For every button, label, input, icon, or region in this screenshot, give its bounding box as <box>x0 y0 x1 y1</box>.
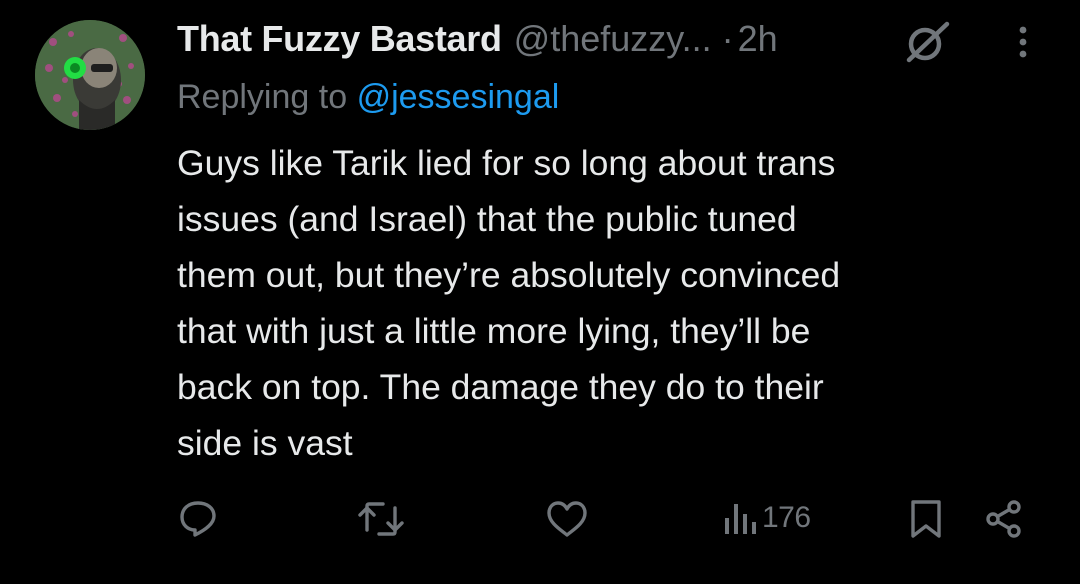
retweet-icon <box>358 502 404 536</box>
avatar-image <box>35 20 145 130</box>
grok-icon[interactable] <box>903 20 953 64</box>
views-button[interactable]: 176 <box>722 497 811 539</box>
tweet-text-line: Guys like Tarik lied for so long about t… <box>177 143 836 183</box>
user-handle[interactable]: @thefuzzy... <box>514 14 712 64</box>
bookmark-button[interactable] <box>909 498 943 540</box>
tweet-text-line: side is vast <box>177 423 353 463</box>
tweet-text-line: issues (and Israel) that the public tune… <box>177 199 797 239</box>
tweet-text-line: them out, but they’re absolutely convinc… <box>177 255 841 295</box>
timestamp[interactable]: 2h <box>738 14 778 64</box>
tweet-text-line: that with just a little more lying, they… <box>177 311 811 351</box>
reply-icon <box>180 501 216 537</box>
avatar[interactable] <box>35 20 145 130</box>
separator-dot: · <box>721 18 734 59</box>
like-button[interactable] <box>546 500 588 538</box>
share-icon <box>986 500 1021 538</box>
display-name[interactable]: That Fuzzy Bastard <box>177 14 502 64</box>
views-icon <box>725 504 756 534</box>
like-icon <box>547 501 587 537</box>
more-options-icon[interactable] <box>1012 22 1034 62</box>
reply-button[interactable] <box>178 498 218 538</box>
views-count: 176 <box>762 501 811 534</box>
tweet-header: That Fuzzy Bastard @thefuzzy... · 2h <box>177 14 778 64</box>
reply-mention-link[interactable]: @jessesingal <box>357 78 560 116</box>
bookmark-icon <box>911 500 941 538</box>
replying-to-label: Replying to <box>177 78 348 116</box>
tweet[interactable]: That Fuzzy Bastard @thefuzzy... · 2h Rep… <box>0 0 1080 584</box>
retweet-button[interactable] <box>357 500 405 538</box>
tweet-text: Guys like Tarik lied for so long about t… <box>177 135 1037 471</box>
tweet-text-line: back on top. The damage they do to their <box>177 367 824 407</box>
replying-to: Replying to @jessesingal <box>177 74 559 120</box>
share-button[interactable] <box>984 499 1024 539</box>
